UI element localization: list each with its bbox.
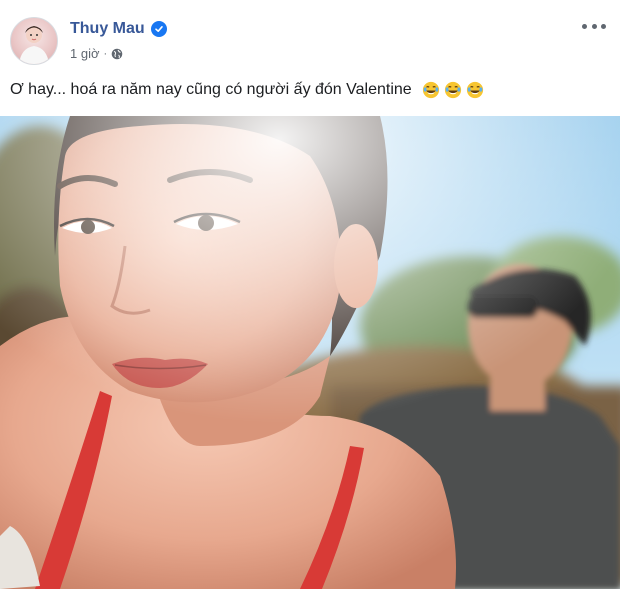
post-meta: 1 giờ · [70, 46, 123, 61]
globe-icon[interactable] [111, 48, 123, 60]
author-name-row: Thuy Mau [70, 20, 167, 38]
laughing-tears-emoji-icon [444, 81, 461, 99]
post-header: Thuy Mau 1 giờ · [0, 0, 620, 70]
verified-badge-icon [150, 21, 167, 37]
more-options-icon[interactable] [582, 18, 606, 34]
post-photo[interactable] [0, 116, 620, 589]
laughing-tears-emoji-icon [466, 81, 483, 99]
author-avatar[interactable] [10, 17, 58, 65]
author-name[interactable]: Thuy Mau [70, 20, 145, 38]
post-timestamp[interactable]: 1 giờ [70, 46, 100, 61]
facebook-post: Thuy Mau 1 giờ · Ơ hay... hoá ra năm nay… [0, 0, 620, 589]
laughing-tears-emoji-icon [422, 81, 439, 99]
caption-emoji-group [420, 81, 484, 99]
meta-separator: · [103, 47, 108, 60]
caption-text: Ơ hay... hoá ra năm nay cũng có người ấy… [10, 81, 412, 98]
post-caption: Ơ hay... hoá ra năm nay cũng có người ấy… [10, 80, 610, 100]
